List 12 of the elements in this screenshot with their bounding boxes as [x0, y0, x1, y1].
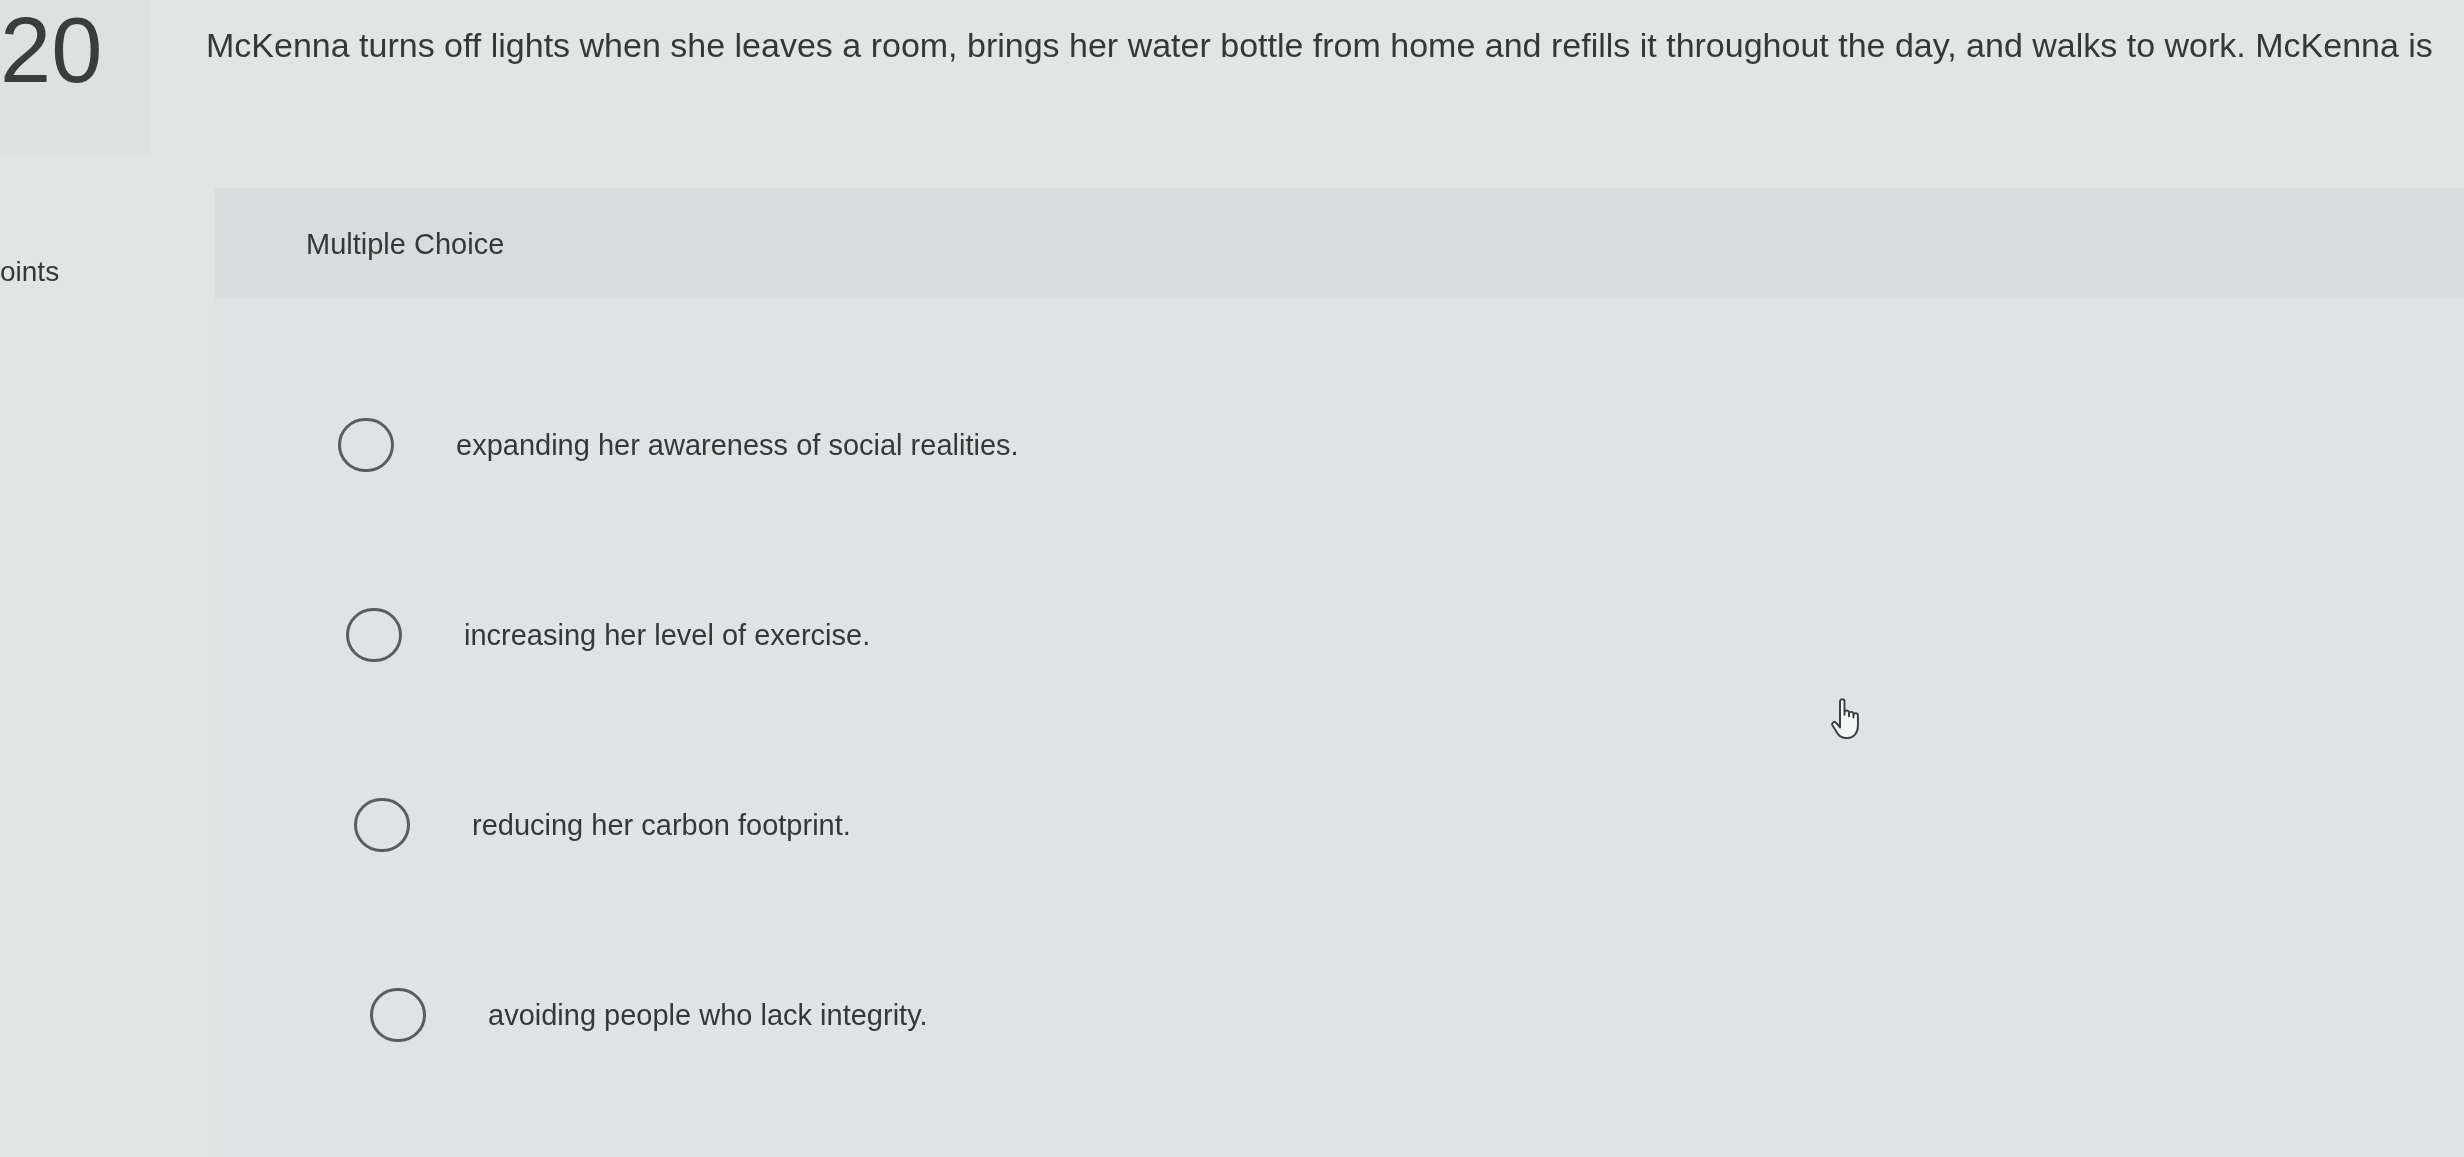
- radio-button[interactable]: [346, 608, 402, 662]
- question-type-label: Multiple Choice: [306, 226, 505, 262]
- radio-button[interactable]: [338, 418, 394, 472]
- question-text: McKenna turns off lights when she leaves a room, brings her water bottle from home and refills it throughout the day, and walks to work. McKenna is: [206, 25, 2433, 66]
- option-label[interactable]: reducing her carbon footprint.: [472, 807, 851, 843]
- option-label[interactable]: expanding her awareness of social realities.: [456, 427, 1019, 463]
- points-label: oints: [0, 256, 60, 288]
- radio-button[interactable]: [354, 798, 410, 852]
- radio-button[interactable]: [370, 988, 426, 1042]
- question-number: 20: [0, 4, 103, 96]
- option-label[interactable]: avoiding people who lack integrity.: [488, 997, 928, 1033]
- option-label[interactable]: increasing her level of exercise.: [464, 617, 871, 653]
